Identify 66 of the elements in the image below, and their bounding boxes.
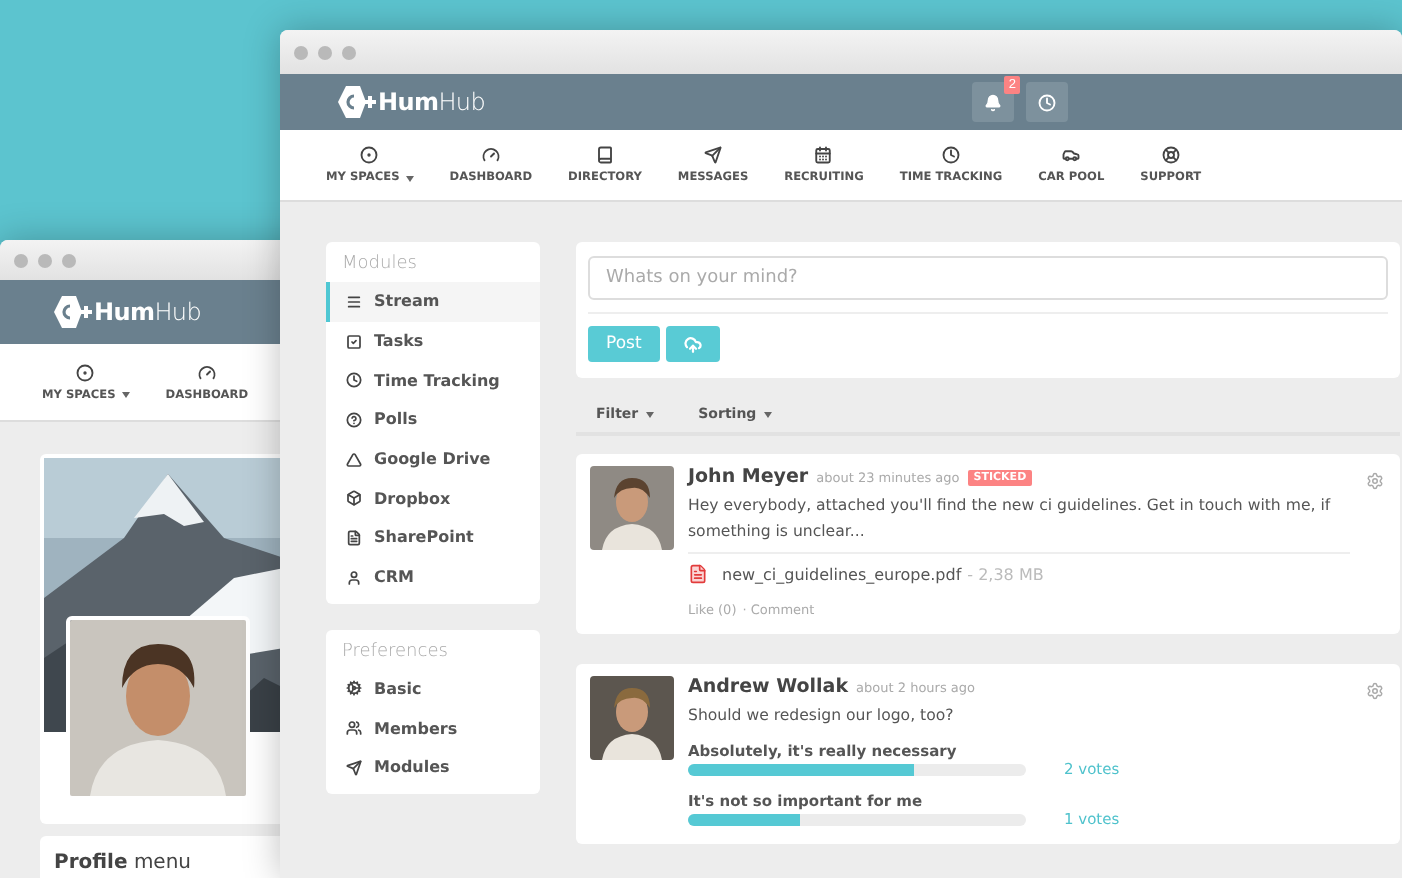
avatar-icon xyxy=(590,676,674,760)
menu-title: Preferences xyxy=(340,639,450,665)
car-icon xyxy=(1062,146,1081,164)
menu-item[interactable]: Tasks xyxy=(326,321,540,361)
menu-label: Modules xyxy=(374,758,450,777)
lifebuoy-icon xyxy=(1161,146,1180,164)
settings-icon[interactable] xyxy=(1366,682,1384,700)
menu-label: CRM xyxy=(374,568,414,587)
menu-item[interactable]: SharePoint xyxy=(326,518,540,558)
menu-label: Dropbox xyxy=(374,489,451,508)
menu-item[interactable]: Basic xyxy=(326,669,540,709)
clock-icon xyxy=(942,146,960,164)
target-icon xyxy=(360,146,379,164)
settings-icon[interactable] xyxy=(1366,472,1384,490)
logo-icon xyxy=(338,86,376,118)
menu-item[interactable]: Polls xyxy=(326,400,540,440)
author-name: Andrew Wollak xyxy=(688,676,849,698)
menu-title: Modules xyxy=(340,252,419,278)
pdf-icon xyxy=(688,564,708,584)
book-icon xyxy=(595,146,614,164)
bell-icon xyxy=(984,93,1002,111)
avatar-icon xyxy=(590,466,674,550)
help-icon xyxy=(346,411,362,428)
menu-label: SharePoint xyxy=(374,528,474,547)
cloud-upload-icon xyxy=(683,335,702,353)
logo-text: HumHub xyxy=(94,298,202,326)
settings-icon xyxy=(346,680,362,697)
user-icon xyxy=(346,569,362,586)
logo-text: HumHub xyxy=(378,88,486,116)
activity-button[interactable] xyxy=(1026,82,1068,122)
users-icon xyxy=(346,720,362,737)
menu-item[interactable]: Google Drive xyxy=(326,439,540,479)
menu-item[interactable]: Stream xyxy=(326,282,540,322)
clock-icon xyxy=(346,372,362,389)
menu-item[interactable]: Dropbox xyxy=(326,478,540,519)
menu-item[interactable]: Time Tracking xyxy=(326,360,540,401)
triangle-icon xyxy=(346,451,362,468)
box-icon xyxy=(346,490,362,507)
menu-icon xyxy=(346,293,362,310)
clock-icon xyxy=(1038,93,1056,111)
menu-label: Time Tracking xyxy=(374,371,500,390)
menu-label: Google Drive xyxy=(374,450,491,469)
target-icon xyxy=(76,363,95,381)
menu-label: Members xyxy=(374,719,458,738)
upload-button[interactable] xyxy=(665,326,720,362)
calendar-icon xyxy=(814,146,833,164)
menu-item[interactable]: CRM xyxy=(326,557,540,597)
author-name: John Meyer xyxy=(688,466,809,488)
file-size: - 2,38 MB xyxy=(967,565,1044,583)
document-icon xyxy=(346,529,362,546)
caret-icon xyxy=(405,175,414,181)
file-link[interactable]: new_ci_guidelines_europe.pdf xyxy=(722,565,962,583)
menu-label: Tasks xyxy=(374,332,424,351)
caret-icon xyxy=(121,392,130,398)
paper-plane-icon xyxy=(704,146,723,164)
post-input[interactable]: Whats on your mind? xyxy=(588,256,1388,300)
menu-item[interactable]: Members xyxy=(326,708,540,748)
menu-label: Polls xyxy=(374,410,418,429)
checkbox-icon xyxy=(346,333,362,350)
paper-plane-icon xyxy=(346,759,362,776)
menu-label: Stream xyxy=(374,292,440,311)
gauge-icon xyxy=(197,363,216,381)
menu-item[interactable]: Modules xyxy=(326,747,540,788)
menu-label: Basic xyxy=(374,679,422,698)
logo-icon xyxy=(54,296,92,328)
gauge-icon xyxy=(481,146,500,164)
